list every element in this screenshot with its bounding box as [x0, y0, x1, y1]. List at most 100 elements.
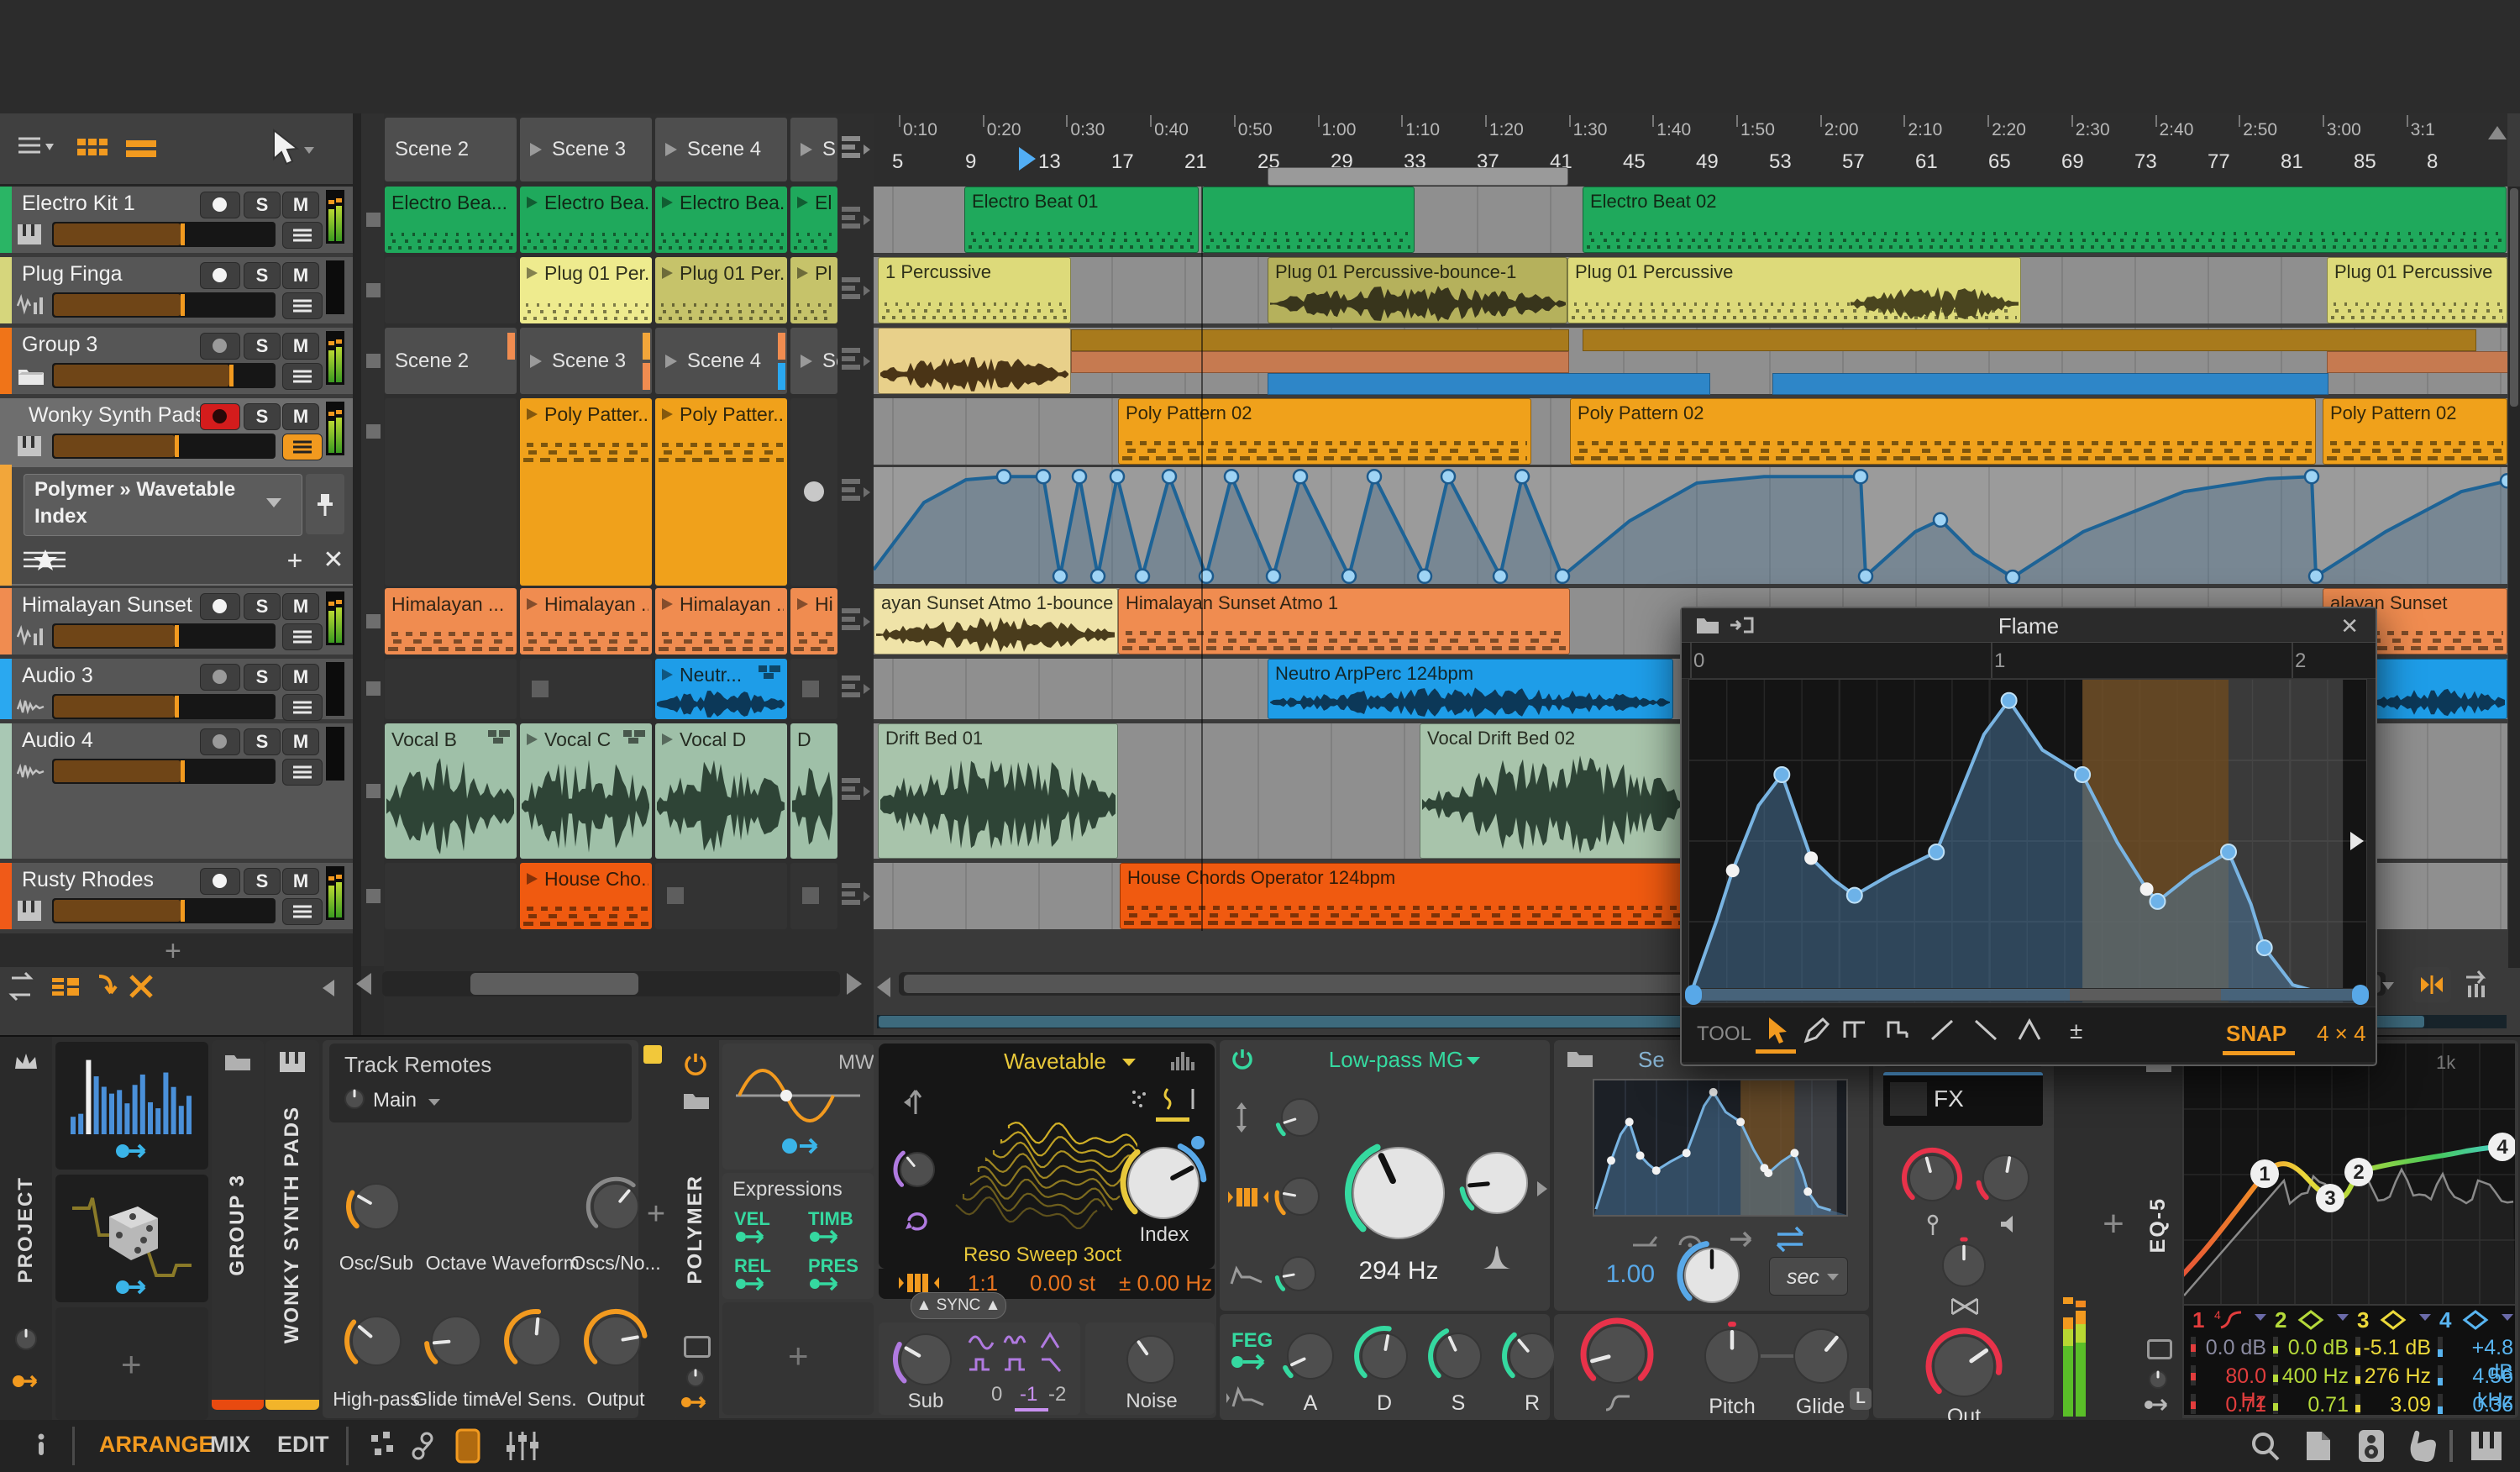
clip-slot-stop[interactable] [655, 863, 787, 929]
mute-button[interactable]: M [282, 403, 319, 430]
volume-slider[interactable] [52, 694, 276, 719]
arranger-clip[interactable]: Electro Beat 02 [1583, 187, 2507, 253]
velocity-knob[interactable] [1975, 1147, 2037, 1209]
remote-knob-output[interactable] [583, 1308, 648, 1374]
eq-band-db-value[interactable]: +4.8 dB [2436, 1334, 2515, 1384]
solo-button[interactable]: S [244, 262, 281, 289]
filter-resonance-knob[interactable] [1458, 1144, 1536, 1222]
close-icon[interactable]: ✕ [2340, 613, 2359, 639]
launcher-clip[interactable]: Electro Bea... [520, 187, 652, 253]
launcher-clip[interactable]: Himalayan ... [655, 588, 787, 655]
index-knob[interactable] [1120, 1139, 1207, 1227]
launcher-scroll-left[interactable] [356, 973, 371, 995]
solo-button[interactable]: S [244, 868, 281, 895]
record-arm-button[interactable] [200, 333, 240, 360]
mute-button[interactable]: M [282, 333, 319, 360]
arranger-view-icon[interactable] [126, 135, 160, 162]
grid-size-value[interactable]: 4 × 4 [2317, 1021, 2366, 1047]
track-row-audio-3[interactable]: Audio 3 SM [0, 659, 353, 721]
mute-button[interactable]: M [282, 728, 319, 755]
clip-slot-empty[interactable] [385, 257, 517, 323]
segments-unit-select[interactable]: sec [1769, 1257, 1848, 1296]
clip-slot-stop[interactable] [520, 659, 652, 719]
feg-knob-a[interactable] [1279, 1325, 1341, 1387]
launcher-clip[interactable]: El [790, 187, 837, 253]
track-row-wonky-synth-pads[interactable]: Wonky Synth Pads S M Polymer » Wavetable Ind… [0, 398, 353, 586]
track-row-electro-kit-1[interactable]: Electro Kit 1 SM [0, 187, 353, 253]
eq-band-db-value[interactable]: 0.0 dB [2271, 1334, 2350, 1359]
snap-toggle[interactable]: SNAP [2226, 1021, 2286, 1047]
arranger-clip[interactable]: Plug 01 Percussive [1567, 257, 2021, 323]
panel-toggle-icons[interactable] [366, 1427, 568, 1465]
scene-header-3[interactable]: Scene 3 [520, 118, 652, 181]
eq-band-q-value[interactable]: 0.71 [2271, 1391, 2350, 1417]
launcher-view-icon[interactable] [77, 135, 111, 162]
follow-playhead-button[interactable] [2460, 967, 2498, 1002]
eq-band-hz-value[interactable]: 80.0 Hz [2189, 1363, 2268, 1412]
clip-slot-record[interactable] [790, 398, 837, 586]
launcher-clip[interactable]: Vocal B [385, 723, 517, 859]
step2-tool-icon[interactable] [1885, 1016, 1915, 1046]
view-toggle-arrange[interactable]: ARRANGE [99, 1432, 214, 1458]
mute-button[interactable]: M [282, 192, 319, 218]
sub-knob[interactable] [892, 1326, 959, 1393]
ruler-scroll-up[interactable] [2488, 126, 2507, 139]
expressions-tile[interactable]: Expressions VEL TIMB REL PRES [722, 1173, 874, 1299]
launcher-clip[interactable]: Plug 01 Per... [520, 257, 652, 323]
info-icon[interactable] [29, 1432, 54, 1457]
launcher-clip[interactable]: House Cho... [520, 863, 652, 929]
device-tab-wonky[interactable]: WONKY SYNTH PADS [265, 1040, 319, 1410]
volume-slider[interactable] [52, 623, 276, 649]
spread-knob[interactable] [1935, 1236, 1993, 1295]
modulator-thumb-dice[interactable] [55, 1175, 208, 1302]
record-arm-button[interactable] [200, 664, 240, 691]
volume-slider[interactable] [52, 222, 276, 247]
glide-knob[interactable] [1786, 1321, 1856, 1391]
out-knob[interactable] [1925, 1327, 2003, 1405]
add-device-button[interactable]: + [2097, 1203, 2130, 1244]
glide-legato-badge[interactable]: L [1850, 1388, 1872, 1410]
mute-button[interactable]: M [282, 868, 319, 895]
launcher-stop-button[interactable] [366, 888, 381, 903]
expression-pres[interactable]: PRES [808, 1255, 858, 1277]
flame-canvas[interactable] [1688, 679, 2367, 1003]
device-knob-icon[interactable] [2141, 1363, 2175, 1396]
clip-slot-empty[interactable] [385, 398, 517, 586]
eq-band-header-2[interactable]: 2 [2271, 1307, 2350, 1333]
arranger-clip[interactable]: ayan Sunset Atmo 1-bounce-1 [874, 588, 1118, 655]
track-menu-button[interactable] [282, 694, 323, 721]
track-row-audio-4[interactable]: Audio 4 SM [0, 723, 353, 859]
remote-knob-high-pass[interactable] [344, 1308, 409, 1374]
filter-expand-arrow[interactable] [1537, 1181, 1547, 1196]
automation-add-button[interactable]: + [281, 546, 309, 575]
eq-graph[interactable]: 1 2 3 4 1k [2184, 1044, 2515, 1304]
modulator-knob-icon[interactable] [8, 1321, 45, 1358]
launcher-scroll-thumb[interactable] [470, 973, 638, 995]
eq-band-db-value[interactable]: 0.0 dB [2189, 1334, 2268, 1359]
wavetable-phase-knob[interactable] [892, 1144, 942, 1195]
launcher-clip[interactable]: Poly Patter... [655, 398, 787, 586]
arranger-clip[interactable] [878, 328, 1071, 394]
step1-tool-icon[interactable] [1841, 1016, 1872, 1046]
track-menu-button[interactable] [282, 363, 323, 390]
view-toggle-mix[interactable]: MIX [210, 1432, 250, 1458]
arranger-clip[interactable]: Plug 01 Percussive [2327, 257, 2507, 323]
expression-rel[interactable]: REL [734, 1255, 771, 1277]
solo-button[interactable]: S [244, 333, 281, 360]
solo-button[interactable]: S [244, 593, 281, 620]
solo-button[interactable]: S [244, 728, 281, 755]
record-arm-button[interactable] [200, 192, 240, 218]
filter-cutoff-value[interactable]: 294 Hz [1346, 1257, 1452, 1285]
automation-close-button[interactable]: ✕ [319, 546, 348, 575]
launcher-clip[interactable]: Neutr... [655, 659, 787, 719]
rampup-tool-icon[interactable] [1929, 1016, 1959, 1046]
arranger-clip[interactable]: Plug 01 Percussive-bounce-1 [1268, 257, 1567, 323]
eq-band-header-3[interactable]: 3 [2354, 1307, 2433, 1333]
sub-octave--1[interactable]: -1 [1020, 1383, 1037, 1406]
plusminus-tool-icon[interactable]: ± [2070, 1017, 2082, 1044]
volume-slider[interactable] [52, 898, 276, 923]
segments-rate-value[interactable]: 1.00 [1579, 1260, 1655, 1289]
mute-button[interactable]: M [282, 664, 319, 691]
mw-modulator-tile[interactable]: MW [722, 1044, 874, 1170]
track-menu-button[interactable] [282, 292, 323, 319]
